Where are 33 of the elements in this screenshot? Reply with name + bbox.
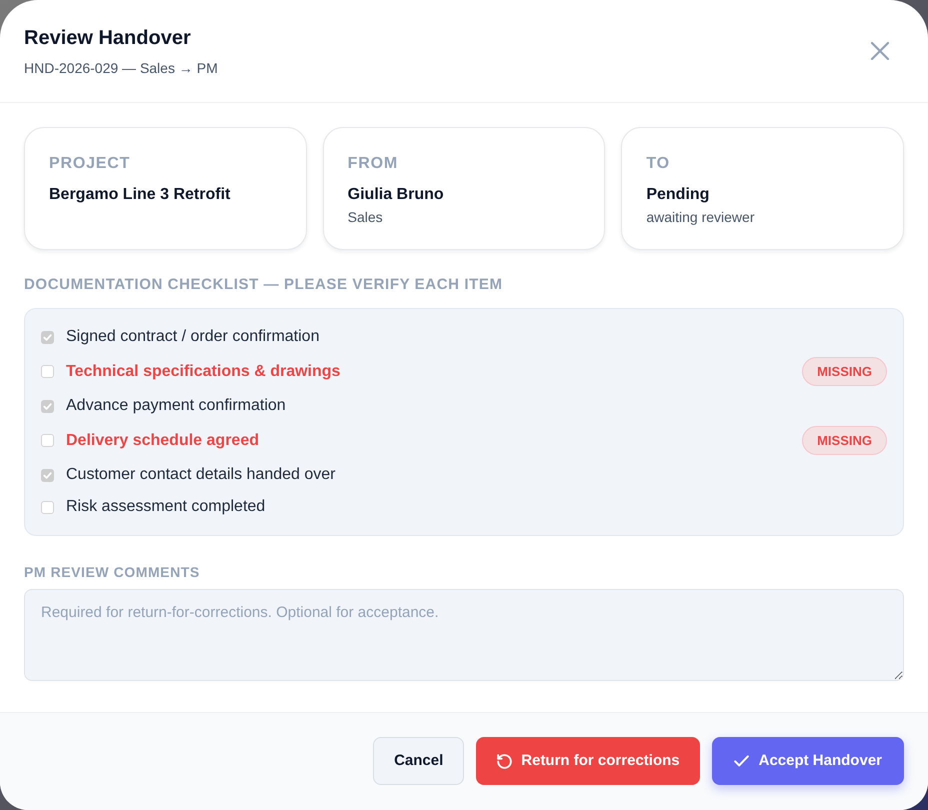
- checkbox[interactable]: [41, 365, 54, 378]
- checklist-item-label: Signed contract / order confirmation: [66, 327, 320, 347]
- card-label: PROJECT: [49, 154, 132, 174]
- counterclockwise-arrow-icon: [496, 752, 514, 770]
- cancel-button[interactable]: Cancel: [373, 737, 464, 785]
- card-value: Bergamo Line 3 Retrofit: [49, 185, 232, 205]
- checklist-item-label: Technical specifications & drawings: [66, 362, 340, 382]
- card-value: Giulia Bruno: [348, 185, 445, 205]
- dialog-title: Review Handover: [24, 26, 192, 51]
- checkbox[interactable]: [41, 434, 54, 447]
- comments-label: PM REVIEW COMMENTS: [24, 563, 201, 582]
- check-icon: [734, 755, 749, 767]
- checklist-item-label: Delivery schedule agreed: [66, 430, 259, 450]
- card-label: TO: [646, 154, 671, 174]
- close-icon: [870, 41, 890, 61]
- dialog-subtitle: HND-2026-029 — Sales → PM: [24, 59, 218, 78]
- checklist-heading: DOCUMENTATION CHECKLIST — PLEASE VERIFY EACH ITEM: [24, 275, 504, 295]
- checkbox[interactable]: [41, 400, 54, 412]
- card-detail: Sales: [348, 208, 384, 227]
- checklist-item-label: Risk assessment completed: [66, 497, 266, 517]
- checkbox[interactable]: [41, 330, 54, 344]
- card-detail: awaiting reviewer: [646, 208, 756, 227]
- checkbox[interactable]: [41, 468, 54, 482]
- checkbox[interactable]: [41, 500, 54, 514]
- comments-field[interactable]: Required for return-for-corrections. Optional for acceptance.: [24, 589, 904, 681]
- card-label: FROM: [348, 154, 399, 174]
- status-badge: MISSING: [802, 357, 887, 386]
- checklist-item-label: Advance payment confirmation: [66, 396, 286, 416]
- card-value: Pending: [646, 185, 710, 205]
- accept-button[interactable]: Accept Handover: [712, 737, 904, 785]
- status-badge: MISSING: [802, 426, 887, 455]
- checklist-item-label: Customer contact details handed over: [66, 465, 336, 485]
- return-button[interactable]: Return for corrections: [476, 737, 700, 785]
